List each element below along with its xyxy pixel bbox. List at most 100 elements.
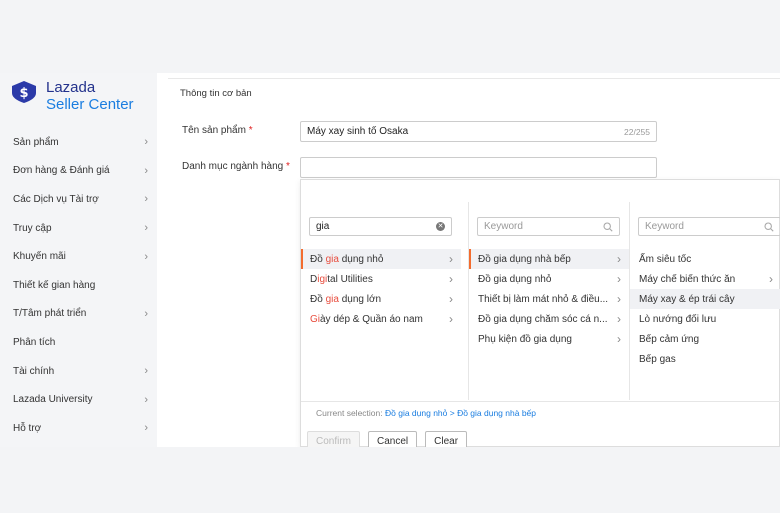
sidebar-item[interactable]: Các Dịch vụ Tài trợ › [0, 185, 157, 214]
category-option[interactable]: Đồ gia dụng nhỏ › [469, 269, 629, 289]
chevron-right-icon: › [617, 252, 621, 266]
chevron-right-icon: › [449, 272, 453, 286]
sidebar-item[interactable]: Hỗ trợ › [0, 414, 157, 443]
category-option[interactable]: Phụ kiện đồ gia dụng › [469, 329, 629, 349]
clear-search-icon[interactable]: ✕ [436, 222, 445, 231]
product-name-input[interactable]: Máy xay sinh tố Osaka 22/255 [300, 121, 657, 142]
category-option-label: Ấm siêu tốc [639, 253, 692, 265]
chevron-right-icon: › [617, 332, 621, 346]
category-option[interactable]: Digital Utilities › [301, 269, 461, 289]
lazada-heart-icon: $ [12, 81, 36, 103]
chevron-right-icon: › [617, 312, 621, 326]
category-option-label: Thiết bị làm mát nhỏ & điều... [478, 293, 609, 305]
sidebar-nav: Sản phẩm › Đơn hàng & Đánh giá › Các Dịch vụ… [0, 128, 157, 443]
sidebar-item-label: Tài chính [13, 365, 55, 377]
chevron-right-icon: › [144, 136, 148, 149]
category-search-input[interactable]: gia ✕ [309, 217, 452, 236]
sidebar-item[interactable]: Phân tích [0, 328, 157, 357]
current-selection: Current selection: Đồ gia dụng nhỏ > Đồ … [316, 408, 536, 418]
category-option[interactable]: Bếp gas [630, 349, 780, 369]
category-option[interactable]: Bếp cảm ứng [630, 329, 780, 349]
search-value: gia [316, 221, 330, 232]
category-option-label: Đồ gia dụng nhỏ [310, 253, 384, 265]
category-option[interactable]: Máy chế biến thức ăn › [630, 269, 780, 289]
category-option-label: Giày dép & Quần áo nam [310, 313, 423, 325]
sidebar-item[interactable]: Khuyến mãi › [0, 242, 157, 271]
category-option[interactable]: Máy xay & ép trái cây [630, 289, 780, 309]
keyword-search-input[interactable]: Keyword [638, 217, 780, 236]
sidebar-item-label: Thiết kế gian hàng [13, 279, 96, 291]
sidebar-item[interactable]: Truy cập › [0, 214, 157, 243]
picker-column-1: gia ✕ Đồ gia dụng nhỏ › Digital Utilities ›… [301, 202, 461, 420]
category-option-label: Digital Utilities [310, 273, 373, 285]
sidebar-item-label: T/Tâm phát triển [13, 308, 87, 320]
category-option-label: Phụ kiện đồ gia dụng [478, 333, 572, 345]
sidebar-item[interactable]: T/Tâm phát triển › [0, 300, 157, 329]
category-option-label: Đồ gia dụng nhỏ [478, 273, 552, 285]
category-option-label: Máy chế biến thức ăn [639, 273, 736, 285]
sidebar-item-label: Phân tích [13, 336, 56, 348]
confirm-button[interactable]: Confirm [307, 431, 361, 447]
keyword-search-input[interactable]: Keyword [477, 217, 620, 236]
category-option[interactable]: Thiết bị làm mát nhỏ & điều... › [469, 289, 629, 309]
category-option[interactable]: Đồ gia dụng nhà bếp › [469, 249, 629, 269]
chevron-right-icon: › [617, 292, 621, 306]
category-label: Danh mục ngành hàng * [182, 161, 290, 172]
category-option[interactable]: Giày dép & Quần áo nam › [301, 309, 461, 329]
category-option-label: Lò nướng đối lưu [639, 313, 717, 325]
category-option-label: Máy xay & ép trái cây [639, 293, 735, 305]
sidebar: $ Lazada Seller Center Sản phẩm › Đơn hàng… [0, 73, 157, 447]
category-option[interactable]: Lò nướng đối lưu [630, 309, 780, 329]
category-input[interactable] [300, 157, 657, 178]
sidebar-item[interactable]: Đơn hàng & Đánh giá › [0, 157, 157, 186]
current-selection-path: Đồ gia dụng nhỏ > Đồ gia dụng nhà bếp [385, 408, 536, 418]
product-name-label: Tên sản phẩm * [182, 125, 253, 136]
chevron-right-icon: › [144, 365, 148, 378]
category-option-label: Bếp gas [639, 353, 676, 365]
picker-column-3: Keyword Ấm siêu tốc Máy chế biến thức ăn ›… [630, 202, 780, 420]
chevron-right-icon: › [144, 222, 148, 235]
category-option-label: Đồ gia dụng lớn [310, 293, 382, 305]
sidebar-item[interactable]: Sản phẩm › [0, 128, 157, 157]
category-option[interactable]: Đồ gia dụng lớn › [301, 289, 461, 309]
category-option[interactable]: Ấm siêu tốc [630, 249, 780, 269]
column-3-list: Ấm siêu tốc Máy chế biến thức ăn › Máy xay … [630, 249, 780, 369]
logo[interactable]: $ Lazada Seller Center [9, 79, 134, 114]
search-placeholder: Keyword [645, 221, 684, 232]
sidebar-item[interactable]: Thiết kế gian hàng [0, 271, 157, 300]
sidebar-item-label: Truy cập [13, 222, 52, 234]
chevron-right-icon: › [617, 272, 621, 286]
brand-sub: Seller Center [46, 96, 134, 113]
chevron-right-icon: › [144, 307, 148, 320]
cancel-button[interactable]: Cancel [368, 431, 418, 447]
chevron-right-icon: › [144, 164, 148, 177]
picker-actions: Confirm Cancel Clear [307, 431, 475, 447]
clear-button[interactable]: Clear [425, 431, 468, 447]
sidebar-item-label: Đơn hàng & Đánh giá [13, 165, 110, 177]
sidebar-item[interactable]: Tài chính › [0, 357, 157, 386]
sidebar-item-label: Sản phẩm [13, 136, 59, 148]
search-placeholder: Keyword [484, 221, 523, 232]
chevron-right-icon: › [144, 422, 148, 435]
product-name-value: Máy xay sinh tố Osaka [307, 126, 409, 137]
category-option[interactable]: Đồ gia dụng chăm sóc cá n... › [469, 309, 629, 329]
sidebar-item-label: Khuyến mãi [13, 251, 66, 263]
sidebar-item-label: Lazada University [13, 394, 93, 406]
column-1-list: Đồ gia dụng nhỏ › Digital Utilities › Đồ gia… [301, 249, 461, 329]
sidebar-item-label: Các Dịch vụ Tài trợ [13, 193, 99, 205]
section-title: Thông tin cơ bản [180, 88, 252, 99]
char-counter: 22/255 [624, 127, 650, 137]
picker-column-2: Keyword Đồ gia dụng nhà bếp › Đồ gia dụng … [469, 202, 629, 420]
category-option-label: Đồ gia dụng nhà bếp [478, 253, 571, 265]
column-2-list: Đồ gia dụng nhà bếp › Đồ gia dụng nhỏ › Thiế… [469, 249, 629, 349]
chevron-right-icon: › [449, 292, 453, 306]
chevron-right-icon: › [769, 272, 773, 286]
chevron-right-icon: › [144, 193, 148, 206]
sidebar-item[interactable]: Lazada University › [0, 385, 157, 414]
sidebar-item-label: Hỗ trợ [13, 422, 42, 434]
search-icon [764, 221, 774, 232]
chevron-right-icon: › [144, 393, 148, 406]
search-icon [603, 221, 613, 232]
chevron-right-icon: › [449, 252, 453, 266]
category-option[interactable]: Đồ gia dụng nhỏ › [301, 249, 461, 269]
